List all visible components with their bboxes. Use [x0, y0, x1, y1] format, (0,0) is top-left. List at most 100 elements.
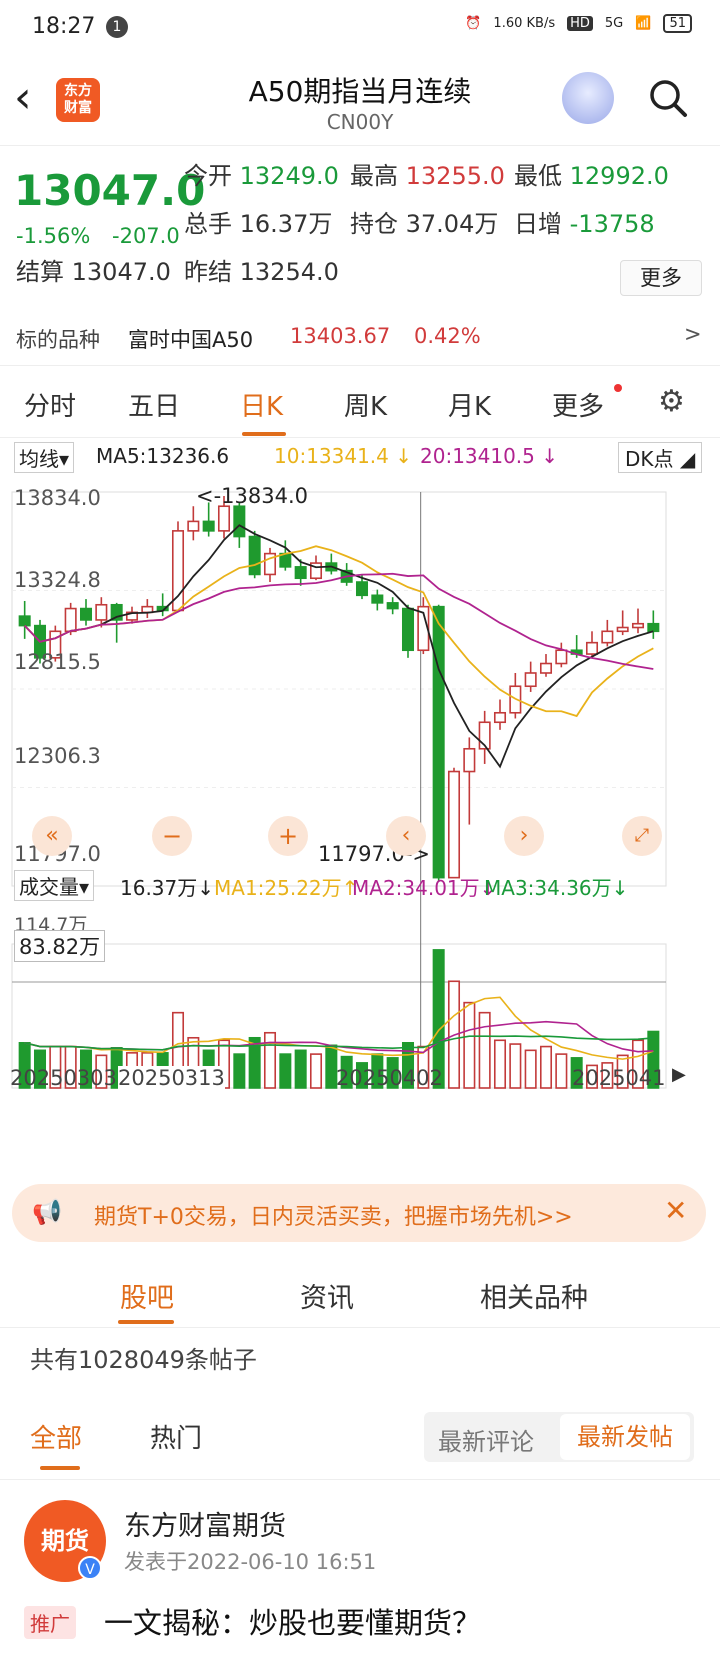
instrument-code: CN00Y	[326, 110, 394, 134]
more-quote-button[interactable]: 更多	[620, 260, 702, 296]
ma20-readout: 20:13410.5 ↓	[420, 444, 559, 468]
underlying-price: 13403.67	[290, 324, 391, 348]
gear-icon[interactable]: ⚙	[658, 384, 685, 419]
volume-bar	[524, 1049, 537, 1089]
high-label: 最高 13255.0	[350, 162, 505, 190]
volume-bar	[539, 1045, 553, 1089]
daily-value: -13758	[569, 210, 655, 238]
tab-more[interactable]: 更多	[552, 386, 604, 423]
close-icon[interactable]: ✕	[664, 1194, 687, 1227]
vol-ma-line	[24, 996, 654, 1060]
search-icon[interactable]	[648, 78, 688, 118]
megaphone-icon: 📢	[32, 1198, 62, 1226]
net-speed: 1.60 KB/s	[493, 16, 556, 31]
posts-count: 共有1028049条帖子	[30, 1346, 257, 1374]
period-tabs: 分时 五日 日K 周K 月K 更多 ⚙	[0, 368, 720, 438]
tab-monthly-k[interactable]: 月K	[448, 386, 491, 423]
volume-bar	[294, 1049, 307, 1089]
x-date-label: 20250303	[10, 1066, 117, 1090]
promo-tag: 推广	[24, 1606, 76, 1639]
signal-icon: 5G	[604, 16, 624, 31]
tab-weekly-k[interactable]: 周K	[344, 386, 387, 423]
candle-body	[585, 641, 599, 655]
candle-body	[371, 594, 384, 604]
scroll-left-fast-button[interactable]: «	[32, 816, 72, 856]
volume-selector[interactable]: 成交量▾	[14, 870, 95, 901]
wifi-icon: 📶	[635, 16, 652, 31]
candle-body	[524, 672, 537, 688]
tab-related[interactable]: 相关品种	[480, 1276, 588, 1315]
header: ‹ 东方 财富 A50期指当月连续 CN00Y	[0, 56, 720, 146]
vol-ma1-readout: MA1:25.22万↑	[214, 876, 359, 900]
candle-body	[539, 662, 553, 674]
zoom-in-button[interactable]: +	[268, 816, 308, 856]
y-tick-label: 12306.3	[14, 744, 101, 768]
hd-icon: HD	[567, 16, 593, 31]
fullscreen-icon[interactable]: ⤢	[622, 816, 662, 856]
tab-indicator	[242, 432, 286, 436]
max-note: <-13834.0	[196, 484, 309, 508]
vol-ma2-readout: MA2:34.01万↓	[352, 876, 497, 900]
status-bar: 18:27 1 ⏰ 1.60 KB/s HD 5G 📶 51	[0, 0, 720, 56]
tab-daily-k[interactable]: 日K	[240, 386, 283, 423]
tab-intraday[interactable]: 分时	[24, 386, 76, 423]
volume-bar	[509, 1043, 522, 1089]
vol-ma3-readout: MA3:34.36万↓	[484, 876, 629, 900]
oi-value: 37.04万	[405, 210, 499, 238]
candle-body	[647, 622, 660, 633]
candle-body	[432, 605, 445, 879]
candle-body	[79, 607, 93, 621]
volume-bar	[493, 1039, 507, 1089]
tab-news[interactable]: 资讯	[300, 1276, 354, 1315]
change-value: -207.0	[112, 224, 180, 248]
volume-bar	[555, 1053, 568, 1089]
chevron-right-icon: >	[684, 322, 702, 346]
post-title[interactable]: 一文揭秘：炒股也要懂期货？	[104, 1600, 481, 1642]
candle-body	[64, 607, 77, 633]
change-percent: -1.56%	[16, 224, 91, 248]
settle-value: 13047.0	[71, 258, 171, 286]
dk-point-button[interactable]: DK点 ◢	[618, 442, 703, 473]
candle-body	[187, 520, 200, 532]
candle-body	[95, 603, 108, 621]
x-date-label: 20250313	[118, 1066, 225, 1090]
scroll-left-button[interactable]: ‹	[386, 816, 426, 856]
tab-guba[interactable]: 股吧	[120, 1276, 174, 1315]
scroll-right-icon[interactable]: ▶	[672, 1064, 686, 1085]
candle-body	[601, 630, 614, 644]
tab-all[interactable]: 全部	[30, 1418, 82, 1455]
promo-banner[interactable]: 📢 期货T+0交易，日内灵活买卖，把握市场先机>> ✕	[12, 1184, 706, 1242]
prev-settle-label: 昨结 13254.0	[184, 258, 339, 286]
underlying-name: 富时中国A50	[128, 328, 254, 352]
volume-label: 总手 16.37万	[184, 210, 333, 238]
underlying-row[interactable]: 标的品种 富时中国A50 13403.67 0.42% >	[0, 314, 720, 364]
post-author[interactable]: 东方财富期货	[124, 1504, 286, 1543]
volume-value: 16.37万	[239, 210, 333, 238]
open-label: 今开 13249.0	[184, 162, 339, 190]
volume-bar	[233, 1053, 246, 1089]
y-tick-label: 13834.0	[14, 486, 101, 510]
scroll-right-button[interactable]: ›	[504, 816, 544, 856]
ma10-line	[24, 545, 654, 718]
ma-selector[interactable]: 均线▾	[14, 442, 75, 473]
ma5-line	[24, 524, 654, 769]
sort-latest-post[interactable]: 最新发帖	[560, 1414, 690, 1460]
sort-latest-comment[interactable]: 最新评论	[438, 1422, 534, 1457]
x-date-label: 2025041	[572, 1066, 666, 1090]
tab-hot[interactable]: 热门	[150, 1418, 202, 1455]
post-item[interactable]: 期货 V 东方财富期货 发表于2022-06-10 16:51 推广 一文揭秘：…	[0, 1484, 720, 1664]
tab-indicator	[40, 1466, 80, 1470]
verified-icon: V	[78, 1556, 102, 1580]
candle-body	[18, 615, 31, 627]
candle-body	[233, 505, 246, 538]
volume-bar	[478, 1011, 491, 1089]
candle-body	[248, 535, 261, 576]
candle-body	[386, 602, 399, 610]
red-dot-icon	[614, 384, 622, 392]
zoom-out-button[interactable]: −	[152, 816, 192, 856]
kline-chart-area[interactable]: 均线▾ MA5:13236.6 10:13341.4 ↓ 20:13410.5 …	[0, 438, 720, 1178]
high-value: 13255.0	[405, 162, 505, 190]
assistant-robot-icon[interactable]	[562, 72, 614, 124]
volume-bar	[463, 1001, 476, 1089]
tab-five-day[interactable]: 五日	[128, 386, 180, 423]
